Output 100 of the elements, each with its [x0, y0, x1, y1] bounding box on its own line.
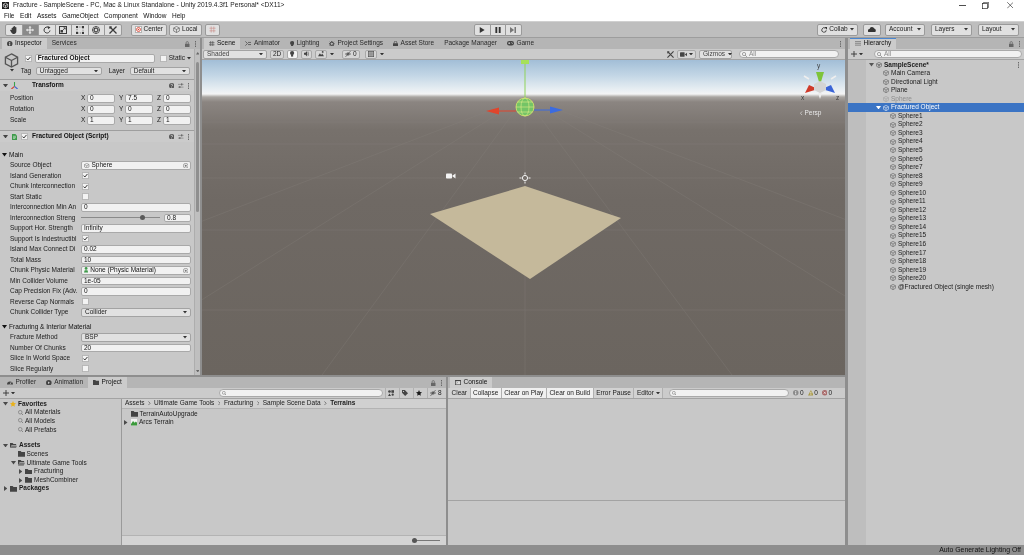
list-icon	[855, 41, 861, 46]
video-camera-icon	[680, 51, 687, 57]
tool-button[interactable]	[87, 23, 105, 36]
search-icon	[17, 418, 23, 424]
grid-toggle[interactable]	[364, 49, 377, 59]
sun-icon	[519, 172, 531, 184]
checkbox[interactable]	[82, 298, 89, 306]
foldout-arrow-icon[interactable]	[3, 134, 8, 139]
lighting-toggle[interactable]	[287, 49, 298, 59]
search-field[interactable]	[669, 389, 790, 397]
caret-icon	[93, 69, 98, 72]
enable-checkbox[interactable]	[21, 133, 28, 140]
camera-gizmo-icon	[446, 173, 456, 179]
object-picker-icon[interactable]	[182, 162, 188, 168]
chevron-icon	[324, 401, 327, 406]
light-bulb-icon	[290, 51, 295, 57]
active-checkbox[interactable]	[24, 54, 32, 62]
landscape-icon	[318, 51, 325, 57]
foldout-arrow-icon[interactable]	[10, 461, 16, 465]
presets-icon[interactable]	[178, 133, 184, 140]
audio-toggle[interactable]	[300, 49, 313, 59]
type-filter-button[interactable]	[384, 388, 397, 398]
search-icon	[742, 51, 747, 57]
close-icon[interactable]	[1006, 2, 1013, 9]
caret-icon	[655, 391, 660, 395]
move-handle-arrow[interactable]	[486, 107, 517, 115]
move-handle-arrow[interactable]	[533, 106, 563, 114]
caret-icon	[181, 69, 186, 72]
scroll-down-arrow-icon[interactable]	[195, 369, 200, 372]
caret-icon[interactable]	[859, 52, 863, 56]
lock-icon[interactable]	[431, 379, 436, 386]
caret-icon	[183, 336, 187, 339]
chevron-icon	[148, 401, 151, 406]
help-icon[interactable]	[168, 133, 174, 140]
tag-icon	[402, 390, 409, 396]
foldout-arrow-icon[interactable]	[18, 468, 23, 474]
tool-button[interactable]	[38, 23, 56, 36]
foldout-arrow-icon[interactable]	[3, 486, 8, 492]
help-icon[interactable]	[168, 82, 174, 89]
rect-tool-icon	[75, 25, 84, 34]
caret-icon[interactable]	[379, 52, 384, 56]
tools-icon[interactable]	[667, 50, 674, 58]
folder-icon	[93, 380, 100, 385]
caret-icon[interactable]	[9, 69, 14, 72]
scroll-up-arrow-icon[interactable]	[195, 52, 200, 55]
tool-button[interactable]	[5, 23, 23, 36]
favorite-button[interactable]	[412, 388, 425, 398]
tool-button[interactable]	[104, 23, 122, 36]
foldout-arrow-icon[interactable]	[3, 443, 8, 448]
checkbox[interactable]	[82, 193, 89, 201]
foldout-arrow-icon[interactable]	[124, 420, 128, 425]
presets-icon[interactable]	[178, 82, 184, 89]
lock-icon[interactable]	[185, 40, 190, 47]
grid-icon	[209, 40, 215, 47]
caret-icon	[917, 28, 921, 31]
move-handle-arrow[interactable]	[521, 60, 529, 99]
caret-icon	[259, 52, 263, 56]
effects-toggle[interactable]	[315, 49, 328, 59]
tool-button[interactable]	[71, 23, 89, 36]
caret-icon[interactable]	[330, 52, 335, 56]
chevron-icon	[217, 401, 221, 406]
slider-thumb[interactable]	[140, 215, 146, 221]
cube-icon	[4, 53, 20, 68]
static-checkbox[interactable]	[159, 54, 167, 62]
label-filter-button[interactable]	[398, 388, 411, 398]
foldout-arrow-icon[interactable]	[3, 402, 8, 406]
sphere-mesh[interactable]	[515, 97, 535, 117]
search-field[interactable]	[218, 389, 383, 397]
caret-icon[interactable]	[11, 391, 15, 395]
orientation-gizmo[interactable]	[803, 72, 837, 99]
checkbox[interactable]	[82, 182, 89, 190]
scrollbar-thumb[interactable]	[195, 61, 200, 212]
scrollbar[interactable]	[194, 49, 200, 375]
checkbox[interactable]	[82, 354, 89, 362]
script-icon	[12, 133, 17, 140]
play-button[interactable]	[474, 23, 491, 36]
camera-dropdown[interactable]	[677, 49, 696, 59]
error-icon	[821, 390, 828, 396]
checkbox[interactable]	[82, 235, 89, 243]
slider-thumb[interactable]	[412, 538, 417, 543]
restore-icon[interactable]	[981, 2, 989, 9]
plus-icon[interactable]	[3, 390, 9, 396]
checkbox[interactable]	[82, 172, 89, 180]
plus-icon[interactable]	[851, 51, 857, 57]
folder-icon	[10, 485, 17, 492]
shapes-icon	[388, 390, 395, 396]
play-icon	[479, 26, 486, 33]
tool-button[interactable]	[54, 23, 72, 36]
checkbox[interactable]	[82, 365, 89, 373]
foldout-arrow-icon[interactable]	[3, 83, 8, 88]
lock-icon[interactable]	[1009, 40, 1014, 47]
foldout-arrow-icon[interactable]	[18, 477, 23, 483]
icon-size-slider[interactable]	[412, 538, 440, 543]
foldout-arrow-icon[interactable]	[2, 153, 7, 157]
object-picker-icon[interactable]	[182, 267, 188, 273]
foldout-arrow-icon[interactable]	[2, 325, 7, 329]
rotate-icon	[42, 25, 51, 34]
minimize-icon[interactable]	[958, 5, 966, 6]
cloud-button[interactable]	[863, 23, 881, 36]
clock-icon	[46, 379, 52, 386]
